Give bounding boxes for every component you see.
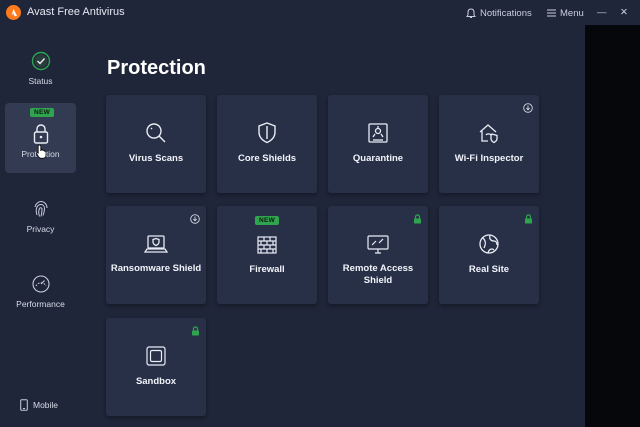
download-icon: [523, 100, 533, 118]
sidebar-item-label: Privacy: [26, 224, 55, 234]
tile-label: Quarantine: [352, 153, 404, 164]
tile-ransomware-shield[interactable]: Ransomware Shield: [106, 206, 206, 304]
tile-label: Sandbox: [135, 376, 177, 387]
shield-icon: [217, 121, 317, 145]
tile-wifi-inspector[interactable]: Wi-Fi Inspector: [439, 95, 539, 193]
home-shield-icon: [439, 121, 539, 145]
lock-icon: [413, 211, 422, 229]
sidebar-item-status[interactable]: Status: [5, 37, 76, 105]
avast-logo-icon: [6, 5, 21, 20]
menu-button[interactable]: Menu: [547, 5, 584, 21]
fingerprint-icon: [31, 199, 51, 219]
tile-core-shields[interactable]: Core Shields: [217, 95, 317, 193]
page-title: Protection: [107, 57, 206, 79]
tile-label: Wi-Fi Inspector: [454, 153, 524, 164]
app-title: Avast Free Antivirus: [27, 6, 125, 18]
minimize-label: —: [597, 6, 607, 18]
tile-label: Core Shields: [237, 153, 297, 164]
tile-label: Firewall: [249, 264, 285, 275]
tile-label: Ransomware Shield: [110, 263, 202, 274]
tile-label: Real Site: [468, 264, 510, 275]
tile-real-site[interactable]: Real Site: [439, 206, 539, 304]
lock-icon: [31, 124, 51, 144]
magnifier-icon: [106, 121, 206, 145]
bell-icon: [466, 7, 476, 18]
new-badge: NEW: [254, 216, 280, 225]
phone-icon: [20, 399, 28, 411]
tile-firewall[interactable]: NEW Firewall: [217, 206, 317, 304]
monitor-shield-icon: [328, 234, 428, 256]
check-circle-icon: [31, 51, 51, 71]
background-strip: [585, 25, 640, 427]
tile-virus-scans[interactable]: Virus Scans: [106, 95, 206, 193]
sidebar-item-performance[interactable]: Performance: [5, 260, 76, 328]
tile-remote-access-shield[interactable]: Remote Access Shield: [328, 206, 428, 304]
sidebar-item-label: Status: [28, 76, 53, 86]
lock-icon: [191, 323, 200, 341]
biohazard-icon: [328, 121, 428, 145]
hand-cursor-icon: [36, 144, 48, 164]
globe-icon: [439, 232, 539, 256]
speedometer-icon: [31, 274, 51, 294]
download-icon: [190, 211, 200, 229]
title-bar: Avast Free Antivirus Notifications Menu …: [0, 0, 640, 25]
notifications-button[interactable]: Notifications: [466, 5, 532, 21]
sidebar-item-privacy[interactable]: Privacy: [5, 185, 76, 253]
tile-label: Remote Access Shield: [342, 263, 414, 286]
sidebar-item-label: Performance: [16, 299, 65, 309]
mobile-label: Mobile: [33, 400, 59, 410]
menu-label: Menu: [560, 7, 584, 19]
tile-sandbox[interactable]: Sandbox: [106, 318, 206, 416]
mobile-link[interactable]: Mobile: [20, 399, 58, 411]
brick-wall-icon: [217, 235, 317, 255]
hamburger-icon: [547, 9, 556, 17]
minimize-button[interactable]: —: [597, 4, 607, 20]
tile-label: Virus Scans: [128, 153, 184, 164]
close-label: ✕: [620, 6, 628, 18]
laptop-shield-icon: [106, 234, 206, 256]
tile-quarantine[interactable]: Quarantine: [328, 95, 428, 193]
lock-icon: [524, 211, 533, 229]
sandbox-icon: [106, 344, 206, 368]
new-badge: NEW: [30, 108, 55, 117]
notifications-label: Notifications: [480, 7, 532, 19]
close-button[interactable]: ✕: [620, 4, 628, 20]
